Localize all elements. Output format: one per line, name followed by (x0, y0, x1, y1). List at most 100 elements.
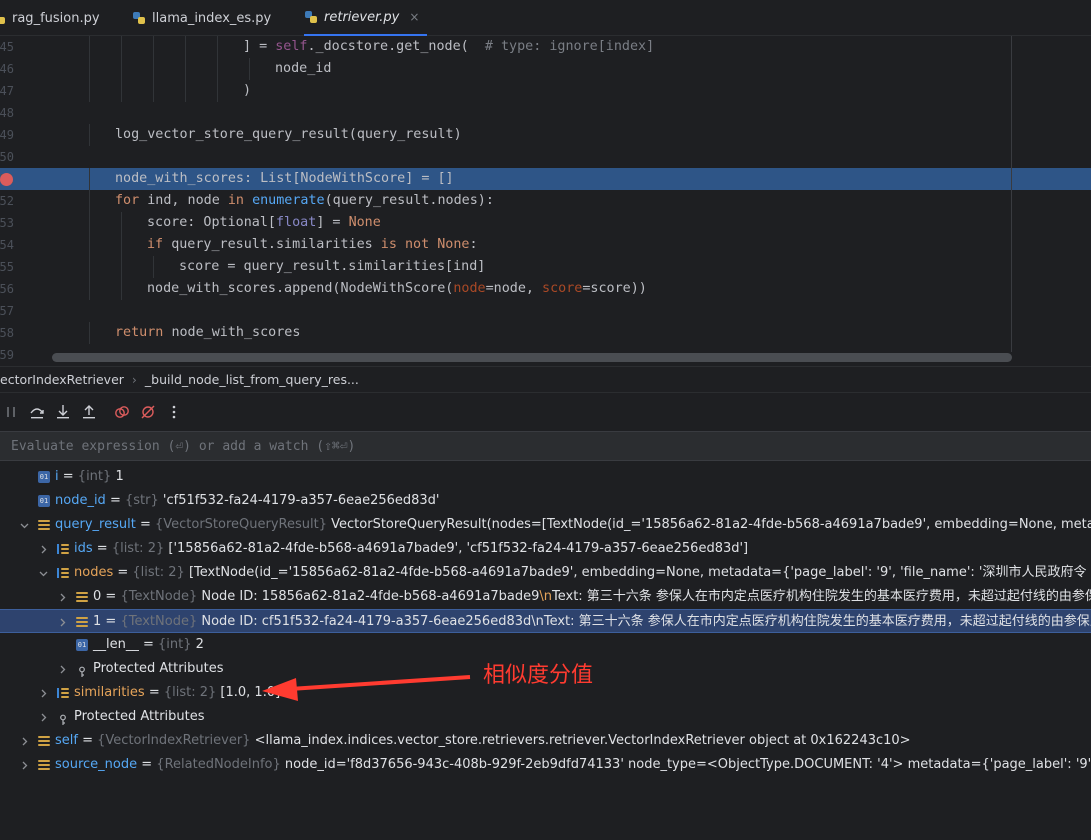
variable-row[interactable]: 1 = {TextNode} Node ID: cf51f532-fa24-41… (0, 609, 1091, 633)
line-number[interactable]: 59 (0, 344, 14, 366)
breadcrumb-class[interactable]: ectorIndexRetriever (0, 372, 124, 387)
object-variable-icon (76, 616, 88, 628)
line-number[interactable]: 58 (0, 322, 14, 344)
variable-text: source_node = {RelatedNodeInfo} node_id=… (55, 753, 1091, 777)
variable-row[interactable]: ids = {list: 2} ['15856a62-81a2-4fde-b56… (0, 537, 1091, 561)
list-variable-icon (57, 567, 69, 579)
code-token: ] = (243, 39, 276, 54)
code-line[interactable]: 46 node_id (0, 58, 1091, 80)
code-token: is not None (380, 237, 470, 252)
pause-icon[interactable] (2, 403, 20, 421)
key-icon (76, 663, 88, 677)
variable-row[interactable]: query_result = {VectorStoreQueryResult} … (0, 513, 1091, 537)
line-number[interactable]: 50 (0, 146, 14, 168)
code-line[interactable]: 49 log_vector_store_query_result(query_re… (0, 124, 1091, 146)
variable-value: Node ID: cf51f532-fa24-4179-a357-6eae256… (201, 614, 1091, 629)
line-number[interactable]: 54 (0, 234, 14, 256)
line-number[interactable]: 45 (0, 36, 14, 58)
code-line[interactable]: 58 return node_with_scores (0, 322, 1091, 344)
code-line[interactable]: 55 score = query_result.similarities[ind] (0, 256, 1091, 278)
line-number[interactable]: 52 (0, 190, 14, 212)
variable-row[interactable]: source_node = {RelatedNodeInfo} node_id=… (0, 753, 1091, 777)
code-token: ._docstore.get_node( (307, 39, 485, 54)
step-over-icon[interactable] (28, 403, 46, 421)
chevron-right-icon[interactable] (56, 610, 68, 634)
chevron-right-icon[interactable] (37, 705, 49, 729)
code-editor[interactable]: 45] = self._docstore.get_node( # type: i… (0, 36, 1091, 366)
code-line[interactable]: 52 for ind, node in enumerate(query_resul… (0, 190, 1091, 212)
newline-escape: \n (539, 589, 552, 604)
code-line[interactable]: 51node_with_scores: List[NodeWithScore] … (0, 168, 1091, 190)
line-number[interactable]: 46 (0, 58, 14, 80)
view-breakpoints-icon[interactable] (113, 403, 131, 421)
tab-rag-fusion[interactable]: rag_fusion.py (0, 0, 100, 36)
line-number[interactable]: 49 (0, 124, 14, 146)
right-margin-guide (1011, 36, 1012, 352)
chevron-right-icon[interactable] (37, 681, 49, 705)
variable-row[interactable]: 01 node_id = {str} 'cf51f532-fa24-4179-a3… (0, 489, 1091, 513)
line-number[interactable]: 48 (0, 102, 14, 124)
code-token: return (115, 325, 172, 340)
horizontal-scrollbar[interactable] (52, 353, 1012, 362)
indent-guide (121, 256, 122, 278)
indent-guide (217, 58, 218, 80)
evaluate-expression-input[interactable] (0, 432, 1091, 460)
primitive-variable-icon: 01 (38, 495, 50, 507)
code-text: if query_result.similarities is not None… (147, 234, 478, 256)
indent-guide (89, 278, 90, 300)
chevron-right-icon[interactable] (37, 537, 49, 561)
variable-row[interactable]: 0 = {TextNode} Node ID: 15856a62-81a2-4f… (0, 585, 1091, 609)
code-line[interactable]: 57 (0, 300, 1091, 322)
variable-row[interactable]: nodes = {list: 2} [TextNode(id_='15856a6… (0, 561, 1091, 585)
line-number[interactable]: 56 (0, 278, 14, 300)
python-file-icon (132, 11, 146, 25)
code-text: node_id (275, 58, 331, 80)
variable-name: source_node (55, 757, 138, 772)
equals-sign: = (101, 614, 121, 629)
step-into-icon[interactable] (54, 403, 72, 421)
chevron-right-icon[interactable] (18, 753, 30, 777)
chevron-down-icon[interactable] (18, 513, 30, 537)
line-number[interactable]: 55 (0, 256, 14, 278)
code-token: in (227, 193, 253, 208)
chevron-right-icon[interactable] (18, 729, 30, 753)
chevron-right-icon[interactable] (56, 585, 68, 609)
equals-sign: = (77, 733, 98, 748)
variable-row[interactable]: self = {VectorIndexRetriever} <llama_ind… (0, 729, 1091, 753)
line-number[interactable]: 57 (0, 300, 14, 322)
code-line[interactable]: 48 (0, 102, 1091, 124)
code-line[interactable]: 50 (0, 146, 1091, 168)
code-token: # type: ignore[index] (484, 39, 655, 54)
variables-tree: 01 i = {int} 1 01 node_id = {str} 'cf51f532… (0, 461, 1091, 840)
line-number[interactable]: 47 (0, 80, 14, 102)
more-options-icon[interactable] (165, 403, 183, 421)
code-text: log_vector_store_query_result(query_resu… (115, 124, 462, 146)
code-token: score: Optional[ (147, 215, 276, 230)
code-token: node_id (275, 61, 332, 76)
step-out-icon[interactable] (80, 403, 98, 421)
indent-guide (89, 256, 90, 278)
code-line[interactable]: 56 node_with_scores.append(NodeWithScore(… (0, 278, 1091, 300)
variable-row[interactable]: Protected Attributes (0, 705, 1091, 729)
breadcrumb-method[interactable]: _build_node_list_from_query_res... (145, 372, 359, 387)
tab-llama-index-es[interactable]: llama_index_es.py (132, 0, 271, 36)
chevron-down-icon[interactable] (37, 561, 49, 585)
mute-breakpoints-icon[interactable] (139, 403, 157, 421)
code-token: float (276, 215, 317, 230)
variable-value: Node ID: 15856a62-81a2-4fde-b568-a4691a7… (201, 589, 540, 604)
code-line[interactable]: 54 if query_result.similarities is not No… (0, 234, 1091, 256)
variable-text: Protected Attributes (74, 705, 205, 729)
variable-row[interactable]: 01 i = {int} 1 (0, 465, 1091, 489)
close-icon[interactable]: × (409, 10, 419, 24)
equals-sign: = (137, 757, 157, 772)
breakpoint-icon[interactable] (0, 173, 13, 186)
code-line[interactable]: 47) (0, 80, 1091, 102)
code-line[interactable]: 45] = self._docstore.get_node( # type: i… (0, 36, 1091, 58)
line-number[interactable]: 53 (0, 212, 14, 234)
indent-guide (89, 36, 90, 58)
chevron-right-icon[interactable] (56, 657, 68, 681)
variable-row[interactable]: 01 __len__ = {int} 2 (0, 633, 1091, 657)
indent-guide (249, 58, 250, 80)
code-line[interactable]: 53 score: Optional[float] = None (0, 212, 1091, 234)
tab-retriever[interactable]: retriever.py × (304, 0, 428, 36)
